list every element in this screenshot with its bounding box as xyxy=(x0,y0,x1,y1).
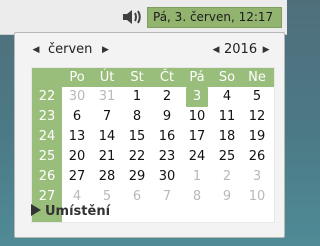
day-cell[interactable]: 9 xyxy=(212,187,242,207)
day-cell[interactable]: 28 xyxy=(92,167,122,187)
day-cell[interactable]: 20 xyxy=(62,147,92,167)
day-cell[interactable]: 11 xyxy=(212,107,242,127)
next-month-icon[interactable]: ▶ xyxy=(100,41,110,59)
location-label: Umístění xyxy=(45,204,111,219)
day-cell[interactable]: 8 xyxy=(182,187,212,207)
day-cell[interactable]: 30 xyxy=(152,167,182,187)
day-cell[interactable]: 8 xyxy=(122,107,152,127)
day-cell[interactable]: 6 xyxy=(62,107,92,127)
day-cell[interactable]: 14 xyxy=(92,127,122,147)
day-cell[interactable]: 24 xyxy=(182,147,212,167)
location-expander[interactable]: Umístění xyxy=(31,203,110,221)
day-cell[interactable]: 25 xyxy=(212,147,242,167)
calendar-popup: ◀ červen ▶ ◀ 2016 ▶ Po Út St Čt Pá So Ne 22 … xyxy=(14,32,285,238)
year-navigation: ◀ 2016 ▶ xyxy=(211,41,271,59)
day-cell[interactable]: 21 xyxy=(92,147,122,167)
day-cell[interactable]: 2 xyxy=(152,87,182,107)
day-cell[interactable]: 15 xyxy=(122,127,152,147)
day-cell-today[interactable]: 3 xyxy=(186,87,208,107)
year-label: 2016 xyxy=(224,42,258,57)
day-cell[interactable]: 1 xyxy=(122,87,152,107)
day-cell[interactable]: 27 xyxy=(62,167,92,187)
day-cell[interactable]: 13 xyxy=(62,127,92,147)
day-cell[interactable]: 7 xyxy=(92,107,122,127)
weekday-header: Pá xyxy=(189,70,205,85)
month-navigation: ◀ červen ▶ xyxy=(31,41,110,59)
day-cell[interactable]: 30 xyxy=(62,87,92,107)
weekday-header: St xyxy=(130,70,144,85)
top-panel: Pá, 3. červen, 12:17 xyxy=(0,0,287,35)
day-cell[interactable]: 19 xyxy=(242,127,272,147)
prev-month-icon[interactable]: ◀ xyxy=(31,41,41,59)
weekday-header: Po xyxy=(69,70,85,85)
weekday-header: Ne xyxy=(248,70,266,85)
next-year-icon[interactable]: ▶ xyxy=(261,41,271,59)
day-cell[interactable]: 26 xyxy=(242,147,272,167)
day-cell[interactable]: 12 xyxy=(242,107,272,127)
day-cell[interactable]: 3 xyxy=(242,167,272,187)
day-cell[interactable]: 17 xyxy=(182,127,212,147)
month-label: červen xyxy=(48,42,93,57)
day-cell[interactable]: 4 xyxy=(212,87,242,107)
day-cell[interactable]: 2 xyxy=(212,167,242,187)
volume-icon[interactable] xyxy=(121,7,145,27)
day-cell[interactable]: 7 xyxy=(152,187,182,207)
clock-button[interactable]: Pá, 3. červen, 12:17 xyxy=(147,7,282,28)
day-cell[interactable]: 6 xyxy=(122,187,152,207)
day-cell[interactable]: 16 xyxy=(152,127,182,147)
week-number: 26 xyxy=(38,169,56,184)
day-cell[interactable]: 10 xyxy=(182,107,212,127)
day-cell[interactable]: 10 xyxy=(242,187,272,207)
day-cell[interactable]: 31 xyxy=(92,87,122,107)
day-cell[interactable]: 22 xyxy=(122,147,152,167)
week-number: 25 xyxy=(38,149,56,164)
week-number: 23 xyxy=(38,109,56,124)
triangle-right-icon xyxy=(31,204,41,216)
day-cell[interactable]: 9 xyxy=(152,107,182,127)
prev-year-icon[interactable]: ◀ xyxy=(211,41,221,59)
week-number: 24 xyxy=(38,129,56,144)
day-cell[interactable]: 1 xyxy=(182,167,212,187)
day-cell[interactable]: 23 xyxy=(152,147,182,167)
weekday-header: So xyxy=(218,70,236,85)
day-cell[interactable]: 18 xyxy=(212,127,242,147)
weekday-header: Čt xyxy=(159,70,175,85)
day-cell[interactable]: 29 xyxy=(122,167,152,187)
calendar-grid: Po Út St Čt Pá So Ne 22 23 24 25 26 27 3… xyxy=(32,68,274,222)
day-cell[interactable]: 5 xyxy=(242,87,272,107)
week-number: 22 xyxy=(38,89,56,104)
weekday-header: Út xyxy=(99,70,115,85)
